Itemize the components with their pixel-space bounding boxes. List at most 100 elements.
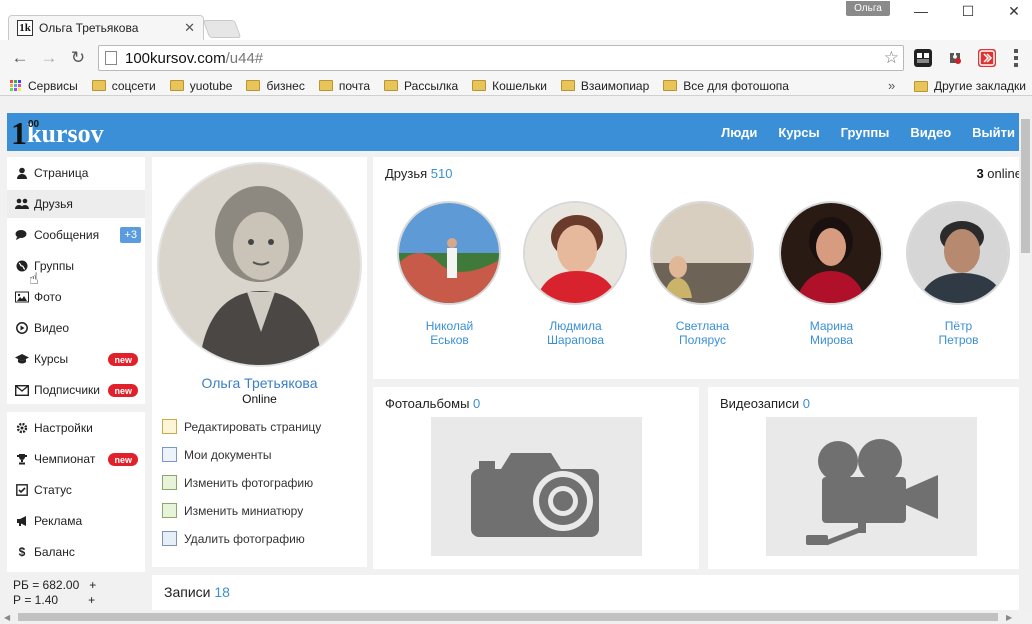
extension-forward-icon[interactable] <box>978 49 996 67</box>
horizontal-scroll-thumb[interactable] <box>18 613 998 621</box>
balance-r: Р = 1.40 + <box>13 593 96 607</box>
dollar-icon: $ <box>18 545 26 559</box>
other-bookmarks[interactable]: Другие закладки <box>914 79 1026 93</box>
site-logo[interactable]: 1 00 kursov <box>11 114 104 150</box>
nav-groups[interactable]: Группы <box>841 125 890 140</box>
sidebar-item-friends[interactable]: Друзья <box>7 190 145 218</box>
change-thumbnail-link[interactable]: Изменить миниатюру <box>162 503 303 518</box>
friend-name[interactable]: Николай Еськов <box>397 319 502 347</box>
bookmark-folder[interactable]: Взаимопиар <box>560 79 649 93</box>
bookmark-folder[interactable]: почта <box>318 79 370 93</box>
close-window-button[interactable]: ✕ <box>999 2 1029 20</box>
megaphone-icon <box>15 514 29 528</box>
sidebar-item-video[interactable]: Видео <box>7 314 145 342</box>
my-documents-link[interactable]: Мои документы <box>162 447 271 462</box>
add-balance-rb-button[interactable]: + <box>89 578 96 592</box>
minimize-button[interactable]: — <box>906 2 936 20</box>
scroll-right-icon[interactable]: ▶ <box>1006 613 1012 622</box>
add-balance-r-button[interactable]: + <box>88 593 95 607</box>
profile-name[interactable]: Ольга Третьякова <box>152 375 367 391</box>
forward-arrow-icon[interactable]: → <box>39 48 59 68</box>
sidebar-item-status[interactable]: Статус <box>7 476 145 504</box>
tab-close-icon[interactable]: ✕ <box>184 20 195 36</box>
friend-avatar[interactable] <box>779 201 883 305</box>
profile-avatar[interactable] <box>157 162 362 367</box>
friend-name[interactable]: Марина Мирова <box>779 319 884 347</box>
folder-icon <box>384 80 399 91</box>
friend-card[interactable]: Людмила Шарапова <box>523 201 628 347</box>
bookmark-folder[interactable]: бизнес <box>246 79 305 93</box>
delete-photo-link[interactable]: Удалить фотографию <box>162 531 305 546</box>
friend-name[interactable]: Пётр Петров <box>906 319 1011 347</box>
bookmark-folder[interactable]: yuotube <box>169 79 232 93</box>
albums-placeholder[interactable] <box>431 417 642 556</box>
change-photo-link[interactable]: Изменить фотографию <box>162 475 313 490</box>
address-bar[interactable]: 100kursov.com/u44# ☆ <box>98 45 904 71</box>
friend-card[interactable]: Светлана Полярус <box>650 201 755 347</box>
tab-title: Ольга Третьякова <box>39 21 139 35</box>
sidebar-item-settings[interactable]: Настройки <box>7 414 145 442</box>
folder-icon <box>91 80 106 91</box>
hand-cursor-icon: ☝ <box>29 271 39 288</box>
friend-avatar[interactable] <box>523 201 627 305</box>
friends-online-count[interactable]: 3 online <box>976 166 1022 181</box>
sidebar-item-championship[interactable]: Чемпионат new <box>7 445 145 473</box>
bookmarks-bar: Сервисы соцсети yuotube бизнес почта Рас… <box>0 76 1032 96</box>
folder-icon <box>472 80 487 91</box>
bookmark-folder[interactable]: Кошельки <box>472 79 547 93</box>
friends-title[interactable]: Друзья 510 <box>385 166 453 181</box>
friend-avatar[interactable] <box>650 201 754 305</box>
top-navigation: Люди Курсы Группы Видео Выйти <box>700 113 1015 151</box>
bookmark-folder[interactable]: Рассылка <box>384 79 458 93</box>
bookmark-folder[interactable]: соцсети <box>91 79 156 93</box>
sidebar-item-photo[interactable]: Фото <box>7 283 145 311</box>
check-icon <box>15 483 29 497</box>
bookmarks-overflow-icon[interactable]: » <box>888 78 895 93</box>
sidebar-item-groups[interactable]: Группы <box>7 252 145 280</box>
maximize-button[interactable]: ☐ <box>953 2 983 20</box>
browser-tab[interactable]: 1k Ольга Третьякова ✕ <box>8 15 204 40</box>
nav-video[interactable]: Видео <box>910 125 951 140</box>
back-arrow-icon[interactable]: ← <box>10 48 30 68</box>
friend-card[interactable]: Пётр Петров <box>906 201 1011 347</box>
sidebar-item-messages[interactable]: Сообщения +3 <box>7 221 145 249</box>
friend-avatar[interactable] <box>397 201 501 305</box>
nav-courses[interactable]: Курсы <box>778 125 819 140</box>
videos-placeholder[interactable] <box>766 417 977 556</box>
nav-logout[interactable]: Выйти <box>972 125 1015 140</box>
extension-icon[interactable] <box>914 49 932 67</box>
sidebar-item-ads[interactable]: Реклама <box>7 507 145 535</box>
sidebar-item-subscribers[interactable]: Подписчики new <box>7 376 145 404</box>
friend-name[interactable]: Светлана Полярус <box>650 319 755 347</box>
friend-avatar[interactable] <box>906 201 1010 305</box>
sidebar-item-page[interactable]: Страница <box>7 159 145 187</box>
extension-puzzle-icon[interactable] <box>946 49 964 67</box>
change-thumbnail-icon <box>162 503 177 518</box>
vertical-scrollbar[interactable] <box>1019 111 1032 611</box>
friend-card[interactable]: Николай Еськов <box>397 201 502 347</box>
friend-name[interactable]: Людмила Шарапова <box>523 319 628 347</box>
browser-menu-icon[interactable] <box>1010 48 1022 68</box>
url-text: 100kursov.com/u44# <box>125 49 264 67</box>
bookmark-star-icon[interactable]: ☆ <box>884 48 899 68</box>
new-tab-button[interactable] <box>202 20 242 38</box>
nav-people[interactable]: Люди <box>721 125 757 140</box>
albums-title[interactable]: Фотоальбомы 0 <box>385 396 480 411</box>
videos-title[interactable]: Видеозаписи 0 <box>720 396 810 411</box>
scroll-left-icon[interactable]: ◀ <box>4 613 10 622</box>
camera-icon <box>471 453 599 537</box>
sidebar-item-courses[interactable]: Курсы new <box>7 345 145 373</box>
folder-icon <box>914 80 928 92</box>
reload-icon[interactable]: ↻ <box>68 48 88 68</box>
posts-title[interactable]: Записи 18 <box>164 584 230 600</box>
sidebar-item-balance[interactable]: $ Баланс <box>7 538 145 566</box>
delete-photo-icon <box>162 531 177 546</box>
horizontal-scrollbar[interactable]: ◀ ▶ <box>0 610 1019 624</box>
bookmark-folder[interactable]: Все для фотошопа <box>663 79 789 93</box>
vertical-scroll-thumb[interactable] <box>1021 119 1030 253</box>
friend-card[interactable]: Марина Мирова <box>779 201 884 347</box>
edit-page-link[interactable]: Редактировать страницу <box>162 419 321 434</box>
videos-panel: Видеозаписи 0 <box>708 387 1019 569</box>
profile-badge[interactable]: Ольга <box>846 1 890 16</box>
bookmark-apps[interactable]: Сервисы <box>10 79 78 93</box>
